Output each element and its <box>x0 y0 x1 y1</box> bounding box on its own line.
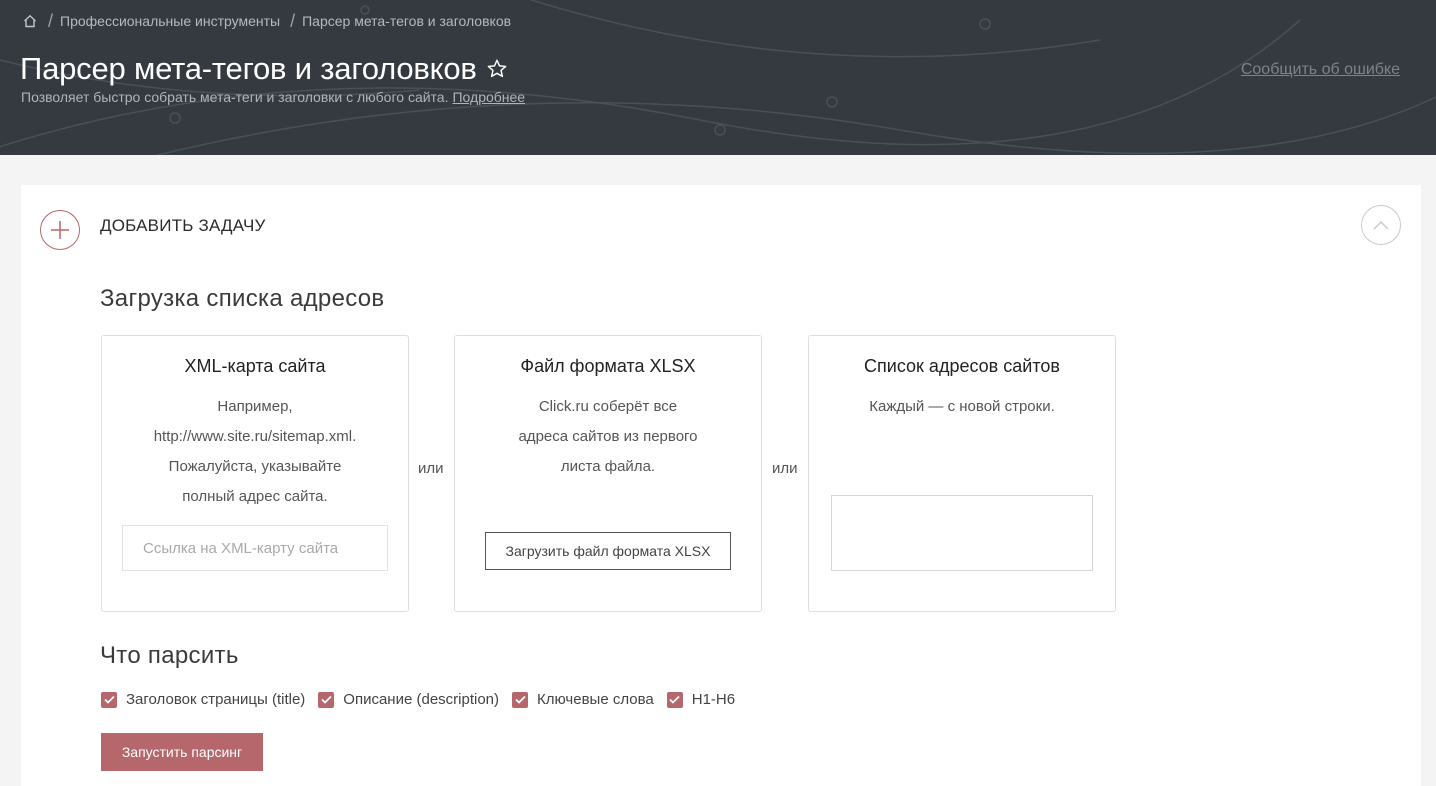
desc-line: Пожалуйста, указывайте <box>168 458 342 475</box>
xlsx-box-title: Файл формата XLSX <box>520 356 696 376</box>
parse-section-title: Что парсить <box>100 642 239 669</box>
checkmark-icon[interactable] <box>666 691 683 708</box>
desc-line: адреса сайтов из первого <box>518 428 698 445</box>
checkmark-icon[interactable] <box>101 691 117 708</box>
add-task-card: ДОБАВИТЬ ЗАДАЧУ Загрузка списка адресов … <box>21 185 1421 786</box>
option-label: H1-H6 <box>691 691 736 708</box>
chevron-up-icon[interactable] <box>1361 205 1401 245</box>
parse-options: Заголовок страницы (title) Описание (des… <box>101 691 748 708</box>
report-error-link[interactable]: Сообщить об ошибке <box>1241 61 1400 79</box>
option-label: Описание (description) <box>343 691 500 708</box>
desc-line: http://www.site.ru/sitemap.xml. <box>153 428 357 445</box>
breadcrumb-link-current[interactable]: Парсер мета-тегов и заголовков <box>302 13 511 29</box>
checkmark-icon[interactable] <box>318 691 335 708</box>
option-label: Ключевые слова <box>537 691 654 708</box>
desc-line: листа файла. <box>560 458 656 475</box>
star-outline-icon[interactable] <box>486 58 508 80</box>
xml-sitemap-input[interactable] <box>122 525 388 571</box>
xml-box-title: XML-карта сайта <box>184 356 326 376</box>
option-keywords-checkbox[interactable]: Ключевые слова <box>512 691 654 708</box>
breadcrumb: / Профессиональные инструменты / Парсер … <box>22 11 511 31</box>
page-title-text: Парсер мета-тегов и заголовков <box>20 51 477 86</box>
xml-box-description: Например, http://www.site.ru/sitemap.xml… <box>102 392 408 512</box>
add-task-title[interactable]: ДОБАВИТЬ ЗАДАЧУ <box>100 216 266 236</box>
upload-xlsx-button[interactable]: Загрузить файл формата XLSX <box>485 532 731 570</box>
page-subtitle-text: Позволяет быстро собрать мета-теги и заг… <box>21 89 449 105</box>
breadcrumb-separator: / <box>48 10 54 31</box>
desc-line: Например, <box>217 398 293 415</box>
page-header: / Профессиональные инструменты / Парсер … <box>0 0 1436 155</box>
xlsx-file-box: Файл формата XLSX Click.ru соберёт все а… <box>454 335 762 612</box>
option-label: Заголовок страницы (title) <box>126 691 306 708</box>
page-title: Парсер мета-тегов и заголовков <box>20 51 508 87</box>
xml-sitemap-box: XML-карта сайта Например, http://www.sit… <box>101 335 409 612</box>
url-list-box: Список адресов сайтов Каждый — с новой с… <box>808 335 1116 612</box>
option-description-checkbox[interactable]: Описание (description) <box>318 691 499 708</box>
page-subtitle: Позволяет быстро собрать мета-теги и заг… <box>21 89 525 105</box>
url-list-box-title: Список адресов сайтов <box>864 356 1060 376</box>
xlsx-box-description: Click.ru соберёт все адреса сайтов из пе… <box>455 392 761 482</box>
option-headings-checkbox[interactable]: H1-H6 <box>666 691 736 708</box>
or-separator: или <box>418 460 444 477</box>
desc-line: Каждый — с новой строки. <box>869 398 1055 415</box>
desc-line: полный адрес сайта. <box>182 488 328 505</box>
checkmark-icon[interactable] <box>512 691 529 708</box>
or-separator: или <box>772 460 798 477</box>
desc-line: Click.ru соберёт все <box>538 398 678 415</box>
home-icon[interactable] <box>22 13 38 29</box>
plus-icon[interactable] <box>40 210 80 250</box>
upload-section-title: Загрузка списка адресов <box>100 285 385 312</box>
option-title-checkbox[interactable]: Заголовок страницы (title) <box>101 691 305 708</box>
breadcrumb-link-pro-tools[interactable]: Профессиональные инструменты <box>60 13 280 29</box>
breadcrumb-separator: / <box>290 10 296 31</box>
url-list-textarea[interactable] <box>831 495 1093 571</box>
run-parsing-button[interactable]: Запустить парсинг <box>101 733 263 771</box>
url-list-box-description: Каждый — с новой строки. <box>809 392 1115 422</box>
more-link[interactable]: Подробнее <box>452 89 525 105</box>
